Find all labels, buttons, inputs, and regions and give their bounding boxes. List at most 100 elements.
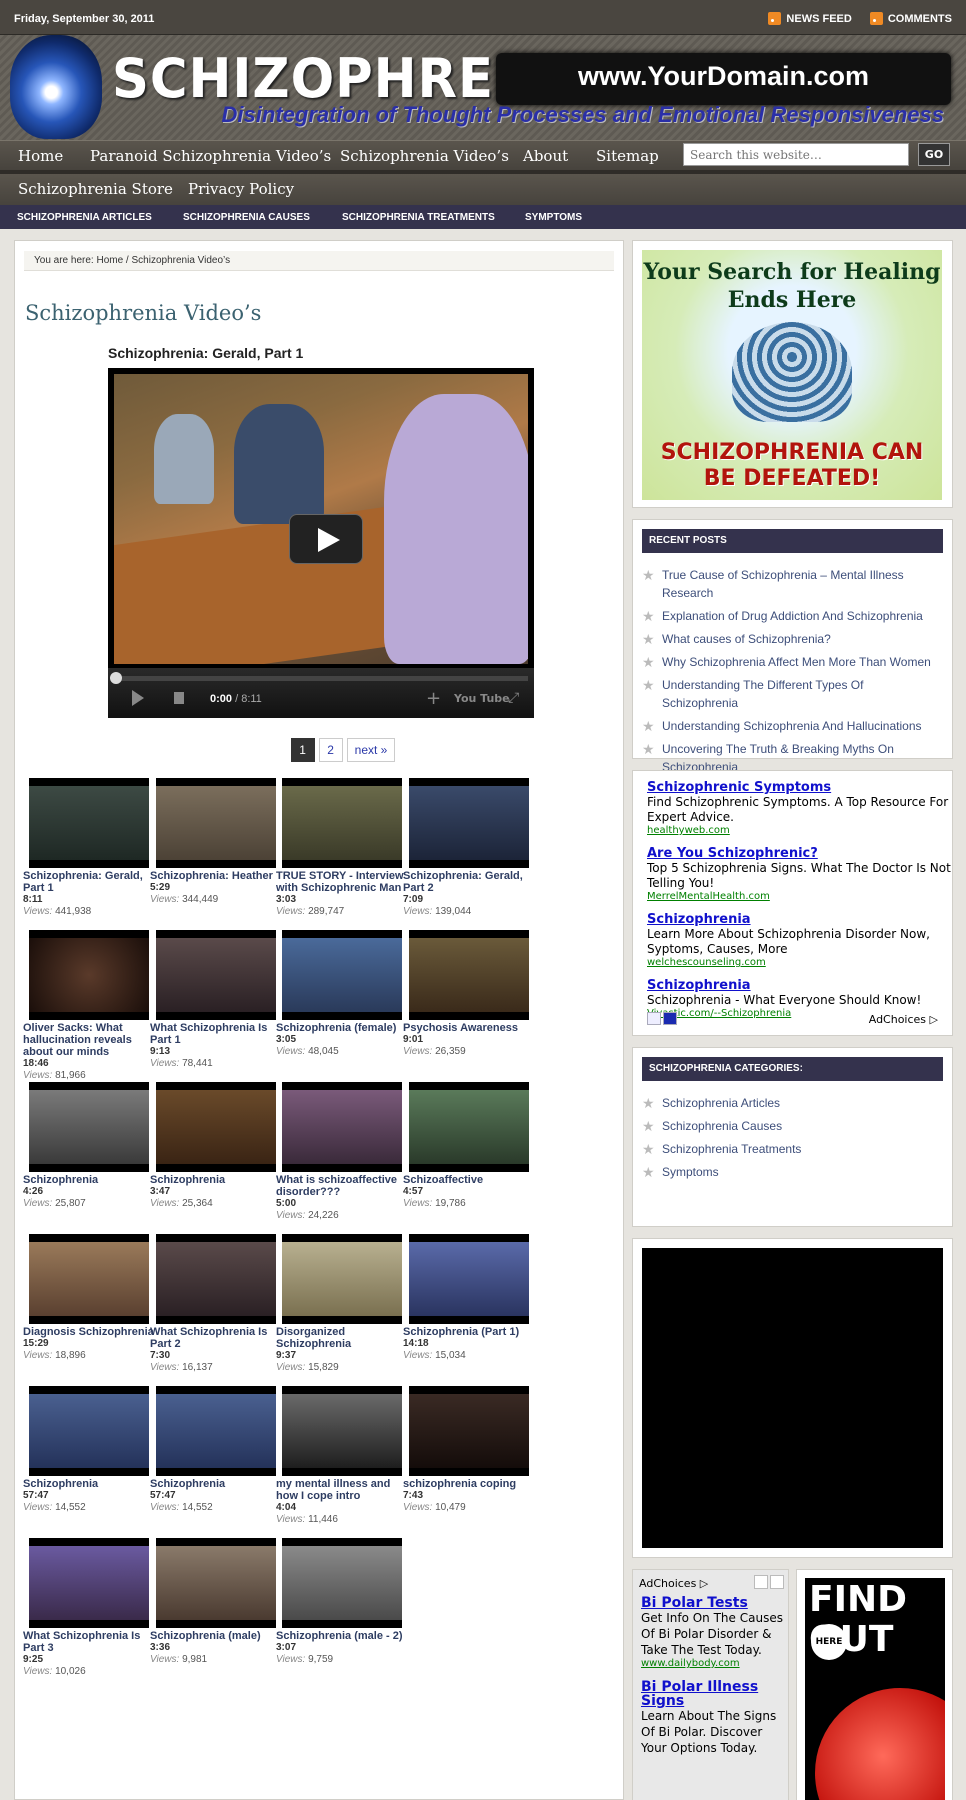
video-title[interactable]: Schizophrenia xyxy=(23,1478,98,1490)
video-thumbnail[interactable] xyxy=(282,1082,402,1172)
video-title[interactable]: Schizophrenia (male) xyxy=(150,1630,261,1642)
banner-ad[interactable]: Your Search for Healing Ends Here SCHIZO… xyxy=(632,240,953,508)
news-feed-link[interactable]: NEWS FEED xyxy=(768,12,852,25)
video-thumbnail[interactable] xyxy=(29,1538,149,1628)
video-title[interactable]: What Schizophrenia Is Part 3 xyxy=(23,1630,140,1654)
youtube-logo[interactable]: You Tube xyxy=(454,692,510,705)
video-title[interactable]: What Schizophrenia Is Part 1 xyxy=(150,1022,267,1046)
video-title[interactable]: Schizoaffective xyxy=(403,1174,483,1186)
video-thumbnail[interactable] xyxy=(282,930,402,1020)
small-ad-prev-icon[interactable] xyxy=(754,1575,768,1589)
video-title[interactable]: Schizophrenia xyxy=(150,1174,225,1186)
video-title[interactable]: Schizophrenia (Part 1) xyxy=(403,1326,519,1338)
ad-headline-link[interactable]: Schizophrenia xyxy=(647,979,952,993)
find-out-ad-image[interactable]: FIND OUT HERE xyxy=(805,1578,945,1800)
recent-post-link[interactable]: True Cause of Schizophrenia – Mental Ill… xyxy=(642,566,942,602)
video-thumbnail[interactable] xyxy=(29,1082,149,1172)
text-ad[interactable]: Bi Polar Illness Signs Learn About The Si… xyxy=(641,1680,785,1756)
player-video-title[interactable]: Schizophrenia: Gerald, Part 1 xyxy=(108,345,303,361)
search-input[interactable] xyxy=(683,143,909,166)
comments-link[interactable]: COMMENTS xyxy=(869,12,952,25)
control-play-icon[interactable] xyxy=(132,690,144,706)
progress-bar[interactable] xyxy=(114,676,528,681)
recent-post-link[interactable]: Why Schizophrenia Affect Men More Than W… xyxy=(642,653,942,671)
ad-headline-link[interactable]: Bi Polar Illness Signs xyxy=(641,1680,785,1708)
video-thumbnail[interactable] xyxy=(29,930,149,1020)
search-go-button[interactable]: GO xyxy=(918,143,950,166)
ad-url-link[interactable]: healthyweb.com xyxy=(647,825,952,837)
video-title[interactable]: Schizophrenia: Gerald, Part 1 xyxy=(23,870,143,894)
plus-icon[interactable]: + xyxy=(426,688,441,709)
nav-videos[interactable]: Schizophrenia Video’s xyxy=(340,147,509,165)
recent-post-link[interactable]: Understanding The Different Types Of Sch… xyxy=(642,676,942,712)
video-thumbnail[interactable] xyxy=(409,930,529,1020)
page-2-button[interactable]: 2 xyxy=(318,738,343,762)
video-title[interactable]: Schizophrenia (male - 2) xyxy=(276,1630,403,1642)
ad-headline-link[interactable]: Schizophrenia xyxy=(647,913,952,927)
video-thumbnail[interactable] xyxy=(156,930,276,1020)
video-frame[interactable] xyxy=(114,374,528,664)
video-title[interactable]: Schizophrenia xyxy=(150,1478,225,1490)
play-icon[interactable] xyxy=(289,514,363,564)
nav-cat-causes[interactable]: SCHIZOPHRENIA CAUSES xyxy=(183,212,310,223)
ad-url-link[interactable]: welchescounseling.com xyxy=(647,957,952,969)
video-thumbnail[interactable] xyxy=(409,1234,529,1324)
ad-headline-link[interactable]: Schizophrenic Symptoms xyxy=(647,781,952,795)
nav-privacy[interactable]: Privacy Policy xyxy=(188,180,294,198)
video-thumbnail[interactable] xyxy=(156,1234,276,1324)
category-link[interactable]: Symptoms xyxy=(642,1163,942,1181)
video-thumbnail[interactable] xyxy=(282,1234,402,1324)
recent-post-link[interactable]: What causes of Schizophrenia? xyxy=(642,630,942,648)
ad-url-link[interactable]: MerrelMentalHealth.com xyxy=(647,891,952,903)
video-thumbnail[interactable] xyxy=(409,778,529,868)
small-ad-next-icon[interactable] xyxy=(770,1575,784,1589)
video-title[interactable]: Disorganized Schizophrenia xyxy=(276,1326,351,1350)
nav-cat-symptoms[interactable]: SYMPTOMS xyxy=(525,212,582,223)
video-title[interactable]: Oliver Sacks: What hallucination reveals… xyxy=(23,1022,132,1058)
video-title[interactable]: Schizophrenia (female) xyxy=(276,1022,396,1034)
text-ad[interactable]: Schizophrenic Symptoms Find Schizophrenic… xyxy=(647,781,952,837)
recent-post-link[interactable]: Understanding Schizophrenia And Hallucin… xyxy=(642,717,942,735)
nav-paranoid-videos[interactable]: Paranoid Schizophrenia Video’s xyxy=(90,147,331,165)
ad-headline-link[interactable]: Bi Polar Tests xyxy=(641,1596,785,1610)
video-thumbnail[interactable] xyxy=(282,1538,402,1628)
video-title[interactable]: my mental illness and how I cope intro xyxy=(276,1478,390,1502)
video-title[interactable]: Diagnosis Schizophrenia xyxy=(23,1326,154,1338)
nav-home[interactable]: Home xyxy=(18,147,63,165)
video-title[interactable]: What is schizoaffective disorder??? xyxy=(276,1174,397,1198)
small-adchoices-link[interactable]: AdChoices ▷ xyxy=(639,1577,708,1590)
text-ad[interactable]: Schizophrenia Learn More About Schizophre… xyxy=(647,913,952,969)
banner-ad-image[interactable]: Your Search for Healing Ends Here SCHIZO… xyxy=(642,250,942,500)
video-title[interactable]: schizophrenia coping xyxy=(403,1478,516,1490)
video-title[interactable]: Psychosis Awareness xyxy=(403,1022,518,1034)
nav-sitemap[interactable]: Sitemap xyxy=(596,147,659,165)
nav-store[interactable]: Schizophrenia Store xyxy=(18,180,173,198)
category-link[interactable]: Schizophrenia Causes xyxy=(642,1117,942,1135)
recent-post-link[interactable]: Explanation of Drug Addiction And Schizo… xyxy=(642,607,942,625)
breadcrumb-home-link[interactable]: Home xyxy=(96,255,123,266)
page-1-button[interactable]: 1 xyxy=(290,738,315,762)
video-thumbnail[interactable] xyxy=(409,1386,529,1476)
video-thumbnail[interactable] xyxy=(409,1082,529,1172)
ad-url-link[interactable]: www.dailybody.com xyxy=(641,1658,785,1670)
category-link[interactable]: Schizophrenia Articles xyxy=(642,1094,942,1112)
ad-headline-link[interactable]: Are You Schizophrenic? xyxy=(647,847,952,861)
video-ad-area[interactable] xyxy=(642,1248,943,1548)
video-thumbnail[interactable] xyxy=(29,1386,149,1476)
video-player[interactable]: 0:00 / 8:11 + You Tube ⤢ xyxy=(108,368,534,718)
text-ad[interactable]: Are You Schizophrenic? Top 5 Schizophreni… xyxy=(647,847,952,903)
video-thumbnail[interactable] xyxy=(29,778,149,868)
video-thumbnail[interactable] xyxy=(282,778,402,868)
progress-knob[interactable] xyxy=(110,672,122,684)
video-title[interactable]: What Schizophrenia Is Part 2 xyxy=(150,1326,267,1350)
category-link[interactable]: Schizophrenia Treatments xyxy=(642,1140,942,1158)
ad-next-icon[interactable] xyxy=(663,1012,677,1025)
video-title[interactable]: Schizophrenia: Heather xyxy=(150,870,273,882)
video-thumbnail[interactable] xyxy=(156,1538,276,1628)
brain-logo-icon[interactable] xyxy=(10,35,102,139)
nav-about[interactable]: About xyxy=(523,147,568,165)
find-out-ad[interactable]: FIND OUT HERE xyxy=(796,1569,953,1800)
video-thumbnail[interactable] xyxy=(156,778,276,868)
adchoices-link[interactable]: AdChoices ▷ xyxy=(869,1013,938,1026)
ad-prev-icon[interactable] xyxy=(647,1012,661,1025)
